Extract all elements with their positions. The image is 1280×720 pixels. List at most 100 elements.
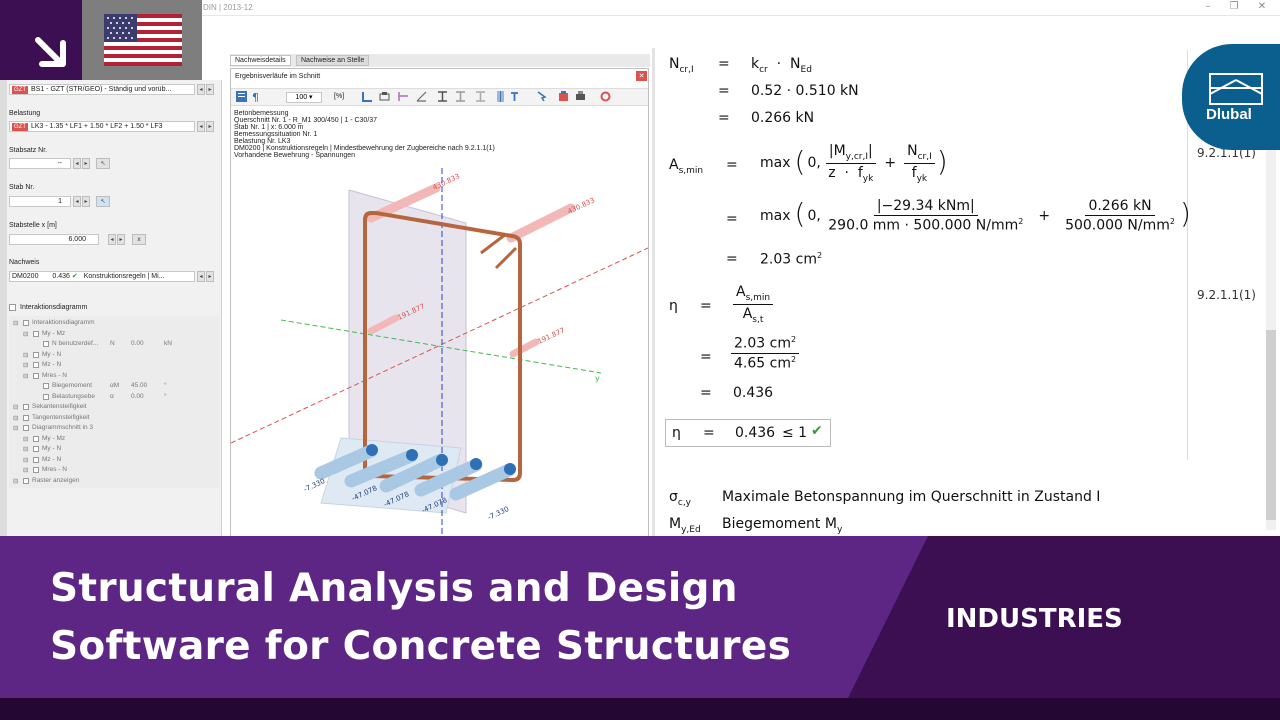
tree-checkbox[interactable]: [23, 425, 29, 431]
tree-checkbox[interactable]: [23, 320, 29, 326]
next-button[interactable]: ▸: [82, 196, 90, 207]
tree-checkbox[interactable]: [33, 446, 39, 452]
settings-icon[interactable]: [600, 91, 611, 102]
tree-checkbox[interactable]: [33, 467, 39, 473]
tree-checkbox[interactable]: [33, 362, 39, 368]
export-icon[interactable]: [558, 91, 569, 102]
i-beam-alt-icon[interactable]: [455, 91, 466, 102]
logo-text: Dlubal: [1206, 106, 1252, 123]
tree-checkbox[interactable]: [43, 383, 49, 389]
prev-button[interactable]: ◂: [108, 234, 116, 245]
tree-expander[interactable]: ⊟: [23, 435, 28, 443]
tree-checkbox[interactable]: [33, 435, 39, 442]
check-id: DM0200: [12, 273, 39, 280]
minimize-icon[interactable]: –: [1200, 1, 1216, 12]
gzt-tag: GZT: [12, 86, 28, 94]
print-icon[interactable]: [575, 91, 586, 102]
section-icon[interactable]: ¶: [252, 91, 263, 102]
eta-final-value: 0.436: [735, 425, 776, 441]
prev-button[interactable]: ◂: [73, 196, 81, 207]
open-paren: (: [794, 144, 806, 178]
prev-button[interactable]: ◂: [197, 121, 205, 132]
corner-icon[interactable]: [362, 91, 373, 102]
i-beam-gray-icon[interactable]: [475, 91, 486, 102]
tree-expander[interactable]: ⊟: [13, 477, 18, 485]
tree-expander[interactable]: ⊟: [23, 445, 28, 453]
interaction-diagram-checkbox[interactable]: [9, 304, 16, 311]
axes-icon[interactable]: [416, 91, 427, 102]
tree-expander[interactable]: ⊟: [13, 424, 18, 432]
tree-item-v[interactable]: 45.00: [131, 382, 147, 389]
tree-expander[interactable]: ⊟: [23, 456, 28, 464]
next-button[interactable]: ▸: [117, 234, 125, 245]
settings-dropdown-icon[interactable]: [510, 91, 521, 102]
location-input[interactable]: 6.000: [9, 234, 99, 245]
tree-checkbox[interactable]: [23, 404, 29, 410]
tree-expander[interactable]: ⊟: [13, 319, 18, 327]
tree-expander[interactable]: ⊟: [23, 330, 28, 338]
cursor-icon[interactable]: [536, 91, 547, 102]
pick-member-set-icon[interactable]: ↖: [96, 158, 110, 169]
equals-sign: =: [700, 385, 712, 401]
stabstelle-label: Stabstelle x [m]: [9, 222, 57, 229]
fraction-numerator: |−29.34 kNm|: [873, 198, 978, 216]
member-select[interactable]: 1: [9, 196, 71, 207]
cross-section-graphic: y 430.833 430.833 191.877 191.877 -7.330…: [231, 168, 648, 538]
print-preview-icon[interactable]: [379, 91, 390, 102]
load-select[interactable]: GZT LK3 - 1.35 * LF1 + 1.50 * LF2 + 1.50 …: [9, 121, 195, 132]
prev-button[interactable]: ◂: [197, 271, 205, 282]
belastung-label: Belastung: [9, 110, 41, 117]
rebar-icon[interactable]: [495, 91, 506, 102]
dimension-icon[interactable]: [398, 91, 409, 102]
close-icon[interactable]: ✕: [1254, 1, 1270, 12]
check-ok-icon: ✔: [71, 273, 78, 280]
next-button[interactable]: ▸: [206, 271, 214, 282]
result-info: Betonbemessung Querschnitt Nr. 1 - R_M1 …: [234, 110, 495, 159]
tree-expander[interactable]: ⊟: [23, 372, 28, 380]
next-button[interactable]: ▸: [82, 158, 90, 169]
tree-expander[interactable]: ⊟: [13, 414, 18, 422]
tree-checkbox[interactable]: [33, 330, 39, 337]
tree-item-v[interactable]: 0.00: [131, 393, 144, 400]
tree-checkbox[interactable]: [23, 477, 29, 484]
tree-checkbox[interactable]: [33, 351, 39, 358]
rebar-bar: [406, 449, 418, 461]
i-beam-icon[interactable]: [437, 91, 448, 102]
scrollbar-thumb[interactable]: [1266, 330, 1276, 520]
tree-checkbox[interactable]: [43, 393, 49, 400]
tree-item-v[interactable]: 0.00: [131, 340, 144, 347]
tree-checkbox[interactable]: [33, 456, 39, 463]
tab-nachweise-an-stelle[interactable]: Nachweise an Stelle: [296, 55, 370, 66]
location-value: 6.000: [68, 236, 86, 243]
eta-definition: As,min As,t: [733, 284, 774, 325]
location-options-icon[interactable]: x: [132, 234, 146, 245]
restore-icon[interactable]: ❐: [1226, 1, 1242, 12]
stirrup-hook: [494, 246, 518, 270]
equals-sign: =: [718, 83, 730, 99]
tree-expander[interactable]: ⊟: [23, 466, 28, 474]
tree-checkbox[interactable]: [43, 341, 49, 347]
tree-checkbox[interactable]: [23, 414, 29, 421]
as-min-result-text: 2.03 cm: [760, 251, 817, 268]
tree-expander[interactable]: ⊟: [23, 351, 28, 359]
prev-button[interactable]: ◂: [73, 158, 81, 169]
next-button[interactable]: ▸: [206, 84, 214, 95]
zoom-unit: [%]: [334, 93, 345, 100]
tree-item-label: Belastungsebe: [52, 392, 96, 400]
load-value: LK3 - 1.35 * LF1 + 1.50 * LF2 + 1.50 * L…: [31, 123, 163, 130]
zoom-input[interactable]: 100 ▾: [286, 92, 322, 103]
detail-tabs: [230, 54, 650, 67]
tree-checkbox[interactable]: [33, 372, 39, 379]
eta-symbol: η: [672, 425, 681, 441]
next-button[interactable]: ▸: [206, 121, 214, 132]
member-set-select[interactable]: --: [9, 158, 71, 169]
close-window-icon[interactable]: ✕: [636, 71, 647, 81]
check-select[interactable]: DM0200 0.436 ✔ Konstruktionsregeln | Mi.…: [9, 271, 195, 282]
design-situation-select[interactable]: GZT BS1 - GZT (STR/GEO) - Ständig und vor…: [9, 84, 195, 95]
pick-member-icon[interactable]: ↖: [96, 196, 110, 207]
table-icon[interactable]: [236, 91, 247, 102]
tab-nachweisdetails[interactable]: Nachweisdetails: [230, 55, 291, 66]
tree-expander[interactable]: ⊟: [23, 361, 28, 369]
prev-button[interactable]: ◂: [197, 84, 205, 95]
tree-expander[interactable]: ⊟: [13, 403, 18, 411]
